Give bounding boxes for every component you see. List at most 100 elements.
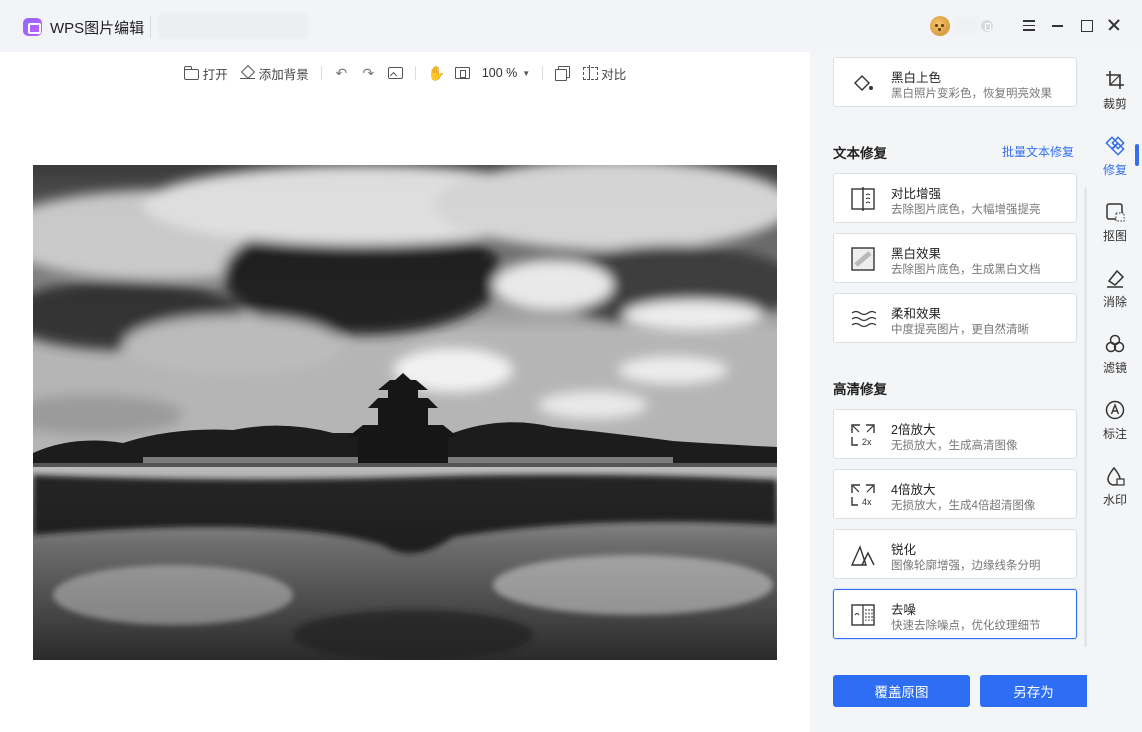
chevron-down-icon: ▼ bbox=[522, 68, 531, 78]
denoise-icon bbox=[851, 604, 875, 626]
user-avatar[interactable] bbox=[930, 16, 950, 36]
minimize-icon[interactable] bbox=[1050, 17, 1066, 33]
upscale-tag: 4x bbox=[862, 497, 872, 507]
sharpen-card[interactable]: 锐化 图像轮廓增强，边缘线条分明 bbox=[833, 529, 1077, 579]
save-as-button[interactable]: 另存为 bbox=[980, 675, 1087, 707]
copy-icon bbox=[555, 66, 571, 81]
undo-icon: ↶ bbox=[335, 65, 348, 81]
contrast-enhance-card[interactable]: 对比增强 去除图片底色，大幅增强提亮 bbox=[833, 173, 1077, 223]
nav-item-repair[interactable]: 修复 bbox=[1088, 136, 1142, 196]
card-title: 锐化 bbox=[891, 543, 917, 557]
toolbar-divider bbox=[542, 66, 544, 80]
upscale-4x-card[interactable]: 4x 4倍放大 无损放大，生成4倍超清图像 bbox=[833, 469, 1077, 519]
nav-label: 水印 bbox=[1102, 493, 1127, 507]
edited-photo[interactable] bbox=[33, 165, 777, 660]
document-tab[interactable] bbox=[158, 13, 308, 39]
nav-label: 修复 bbox=[1102, 163, 1127, 177]
toolbar-divider bbox=[414, 66, 416, 80]
upscale-4x-icon: 4x bbox=[851, 484, 875, 507]
app-title: WPS图片编辑 bbox=[50, 20, 145, 37]
add-background-label: 添加背景 bbox=[258, 67, 309, 82]
title-divider bbox=[150, 16, 151, 38]
user-name[interactable] bbox=[956, 18, 978, 34]
card-title: 对比增强 bbox=[891, 187, 942, 201]
image-icon bbox=[387, 67, 403, 79]
image-canvas[interactable] bbox=[0, 94, 810, 732]
add-background-button[interactable]: 添加背景 bbox=[239, 64, 309, 83]
card-desc: 去除图片底色，生成黑白文档 bbox=[891, 264, 1041, 276]
crop-icon bbox=[1106, 71, 1124, 89]
open-label: 打开 bbox=[202, 67, 228, 82]
fit-to-window-button[interactable] bbox=[454, 67, 470, 79]
black-white-icon bbox=[851, 247, 875, 271]
hand-icon: ✋ bbox=[427, 65, 446, 81]
copy-button[interactable] bbox=[555, 66, 571, 81]
card-desc: 图像轮廓增强，边缘线条分明 bbox=[891, 560, 1041, 572]
colorize-card[interactable]: 黑白上色 黑白照片变彩色，恢复明亮效果 bbox=[833, 57, 1077, 107]
nav-item-erase[interactable]: 消除 bbox=[1088, 268, 1142, 328]
nav-item-annotate[interactable]: 标注 bbox=[1088, 400, 1142, 460]
card-desc: 去除图片底色，大幅增强提亮 bbox=[891, 204, 1041, 216]
nav-label: 裁剪 bbox=[1102, 97, 1127, 111]
nav-item-watermark[interactable]: 水印 bbox=[1088, 466, 1142, 526]
menu-icon[interactable] bbox=[1021, 17, 1037, 33]
panel-scrollbar[interactable] bbox=[1084, 187, 1087, 647]
upscale-tag: 2x bbox=[862, 437, 872, 447]
nav-item-cutout[interactable]: 抠图 bbox=[1088, 202, 1142, 262]
photo-image bbox=[33, 165, 777, 660]
wave-icon bbox=[851, 310, 876, 328]
redo-icon: ↷ bbox=[362, 65, 375, 81]
redo-button[interactable]: ↷ bbox=[361, 66, 376, 80]
hand-tool-button[interactable]: ✋ bbox=[427, 65, 446, 81]
toolbar-divider bbox=[320, 66, 322, 80]
upscale-2x-icon: 2x bbox=[851, 424, 875, 447]
compare-button[interactable]: 对比 bbox=[582, 64, 626, 83]
compare-label: 对比 bbox=[601, 67, 627, 82]
contrast-enhance-icon bbox=[851, 187, 875, 211]
nav-item-filter[interactable]: 滤镜 bbox=[1088, 334, 1142, 394]
insert-image-button[interactable] bbox=[387, 67, 403, 79]
title-bar: WPS图片编辑 bbox=[0, 0, 1142, 52]
denoise-card[interactable]: 去噪 快速去除噪点，优化纹理细节 bbox=[833, 589, 1077, 639]
watermark-icon bbox=[1107, 466, 1125, 486]
batch-text-repair-link[interactable]: 批量文本修复 bbox=[1002, 143, 1074, 160]
close-icon[interactable] bbox=[1106, 17, 1122, 33]
card-desc: 无损放大，生成高清图像 bbox=[891, 440, 1018, 452]
repair-icon bbox=[1105, 136, 1125, 156]
nav-label: 抠图 bbox=[1102, 229, 1127, 243]
section-title-hd-repair: 高清修复 bbox=[833, 382, 887, 397]
eraser-icon bbox=[1107, 269, 1125, 288]
card-title: 黑白效果 bbox=[891, 247, 942, 261]
overwrite-original-button[interactable]: 覆盖原图 bbox=[833, 675, 970, 707]
upscale-2x-card[interactable]: 2x 2倍放大 无损放大，生成高清图像 bbox=[833, 409, 1077, 459]
nav-label: 滤镜 bbox=[1102, 361, 1127, 375]
undo-button[interactable]: ↶ bbox=[334, 66, 349, 80]
nav-label: 标注 bbox=[1102, 427, 1127, 441]
card-title: 4倍放大 bbox=[891, 483, 936, 497]
zoom-dropdown[interactable]: 100 % ▼ bbox=[482, 66, 530, 80]
sharpen-icon bbox=[850, 545, 875, 566]
card-title: 黑白上色 bbox=[891, 71, 942, 85]
card-title: 柔和效果 bbox=[891, 307, 942, 321]
editor-toolbar: 打开 添加背景 ↶ ↷ ✋ 100 % ▼ 对比 bbox=[0, 52, 810, 94]
compare-icon bbox=[582, 65, 599, 80]
card-desc: 中度提亮图片，更自然清晰 bbox=[891, 324, 1029, 336]
soft-effect-card[interactable]: 柔和效果 中度提亮图片，更自然清晰 bbox=[833, 293, 1077, 343]
folder-icon bbox=[183, 65, 199, 80]
nav-item-crop[interactable]: 裁剪 bbox=[1088, 70, 1142, 130]
filter-icon bbox=[1105, 334, 1125, 353]
repair-panel: 黑白上色 黑白照片变彩色，恢复明亮效果 文本修复 批量文本修复 对比增强 去除图… bbox=[810, 52, 1088, 732]
app-logo-icon bbox=[23, 18, 42, 36]
card-desc: 快速去除噪点，优化纹理细节 bbox=[891, 620, 1041, 632]
card-title: 去噪 bbox=[891, 603, 917, 617]
nav-label: 消除 bbox=[1102, 295, 1127, 309]
tool-sidenav: 裁剪 修复 抠图 消除 滤镜 标注 水印 bbox=[1088, 52, 1142, 732]
annotate-icon bbox=[1105, 400, 1125, 420]
card-desc: 无损放大，生成4倍超清图像 bbox=[891, 500, 1036, 512]
vip-badge-icon[interactable] bbox=[981, 20, 993, 32]
fit-screen-icon bbox=[454, 67, 470, 79]
black-white-card[interactable]: 黑白效果 去除图片底色，生成黑白文档 bbox=[833, 233, 1077, 283]
maximize-icon[interactable] bbox=[1078, 17, 1094, 33]
open-button[interactable]: 打开 bbox=[183, 64, 228, 83]
card-desc: 黑白照片变彩色，恢复明亮效果 bbox=[891, 88, 1052, 100]
